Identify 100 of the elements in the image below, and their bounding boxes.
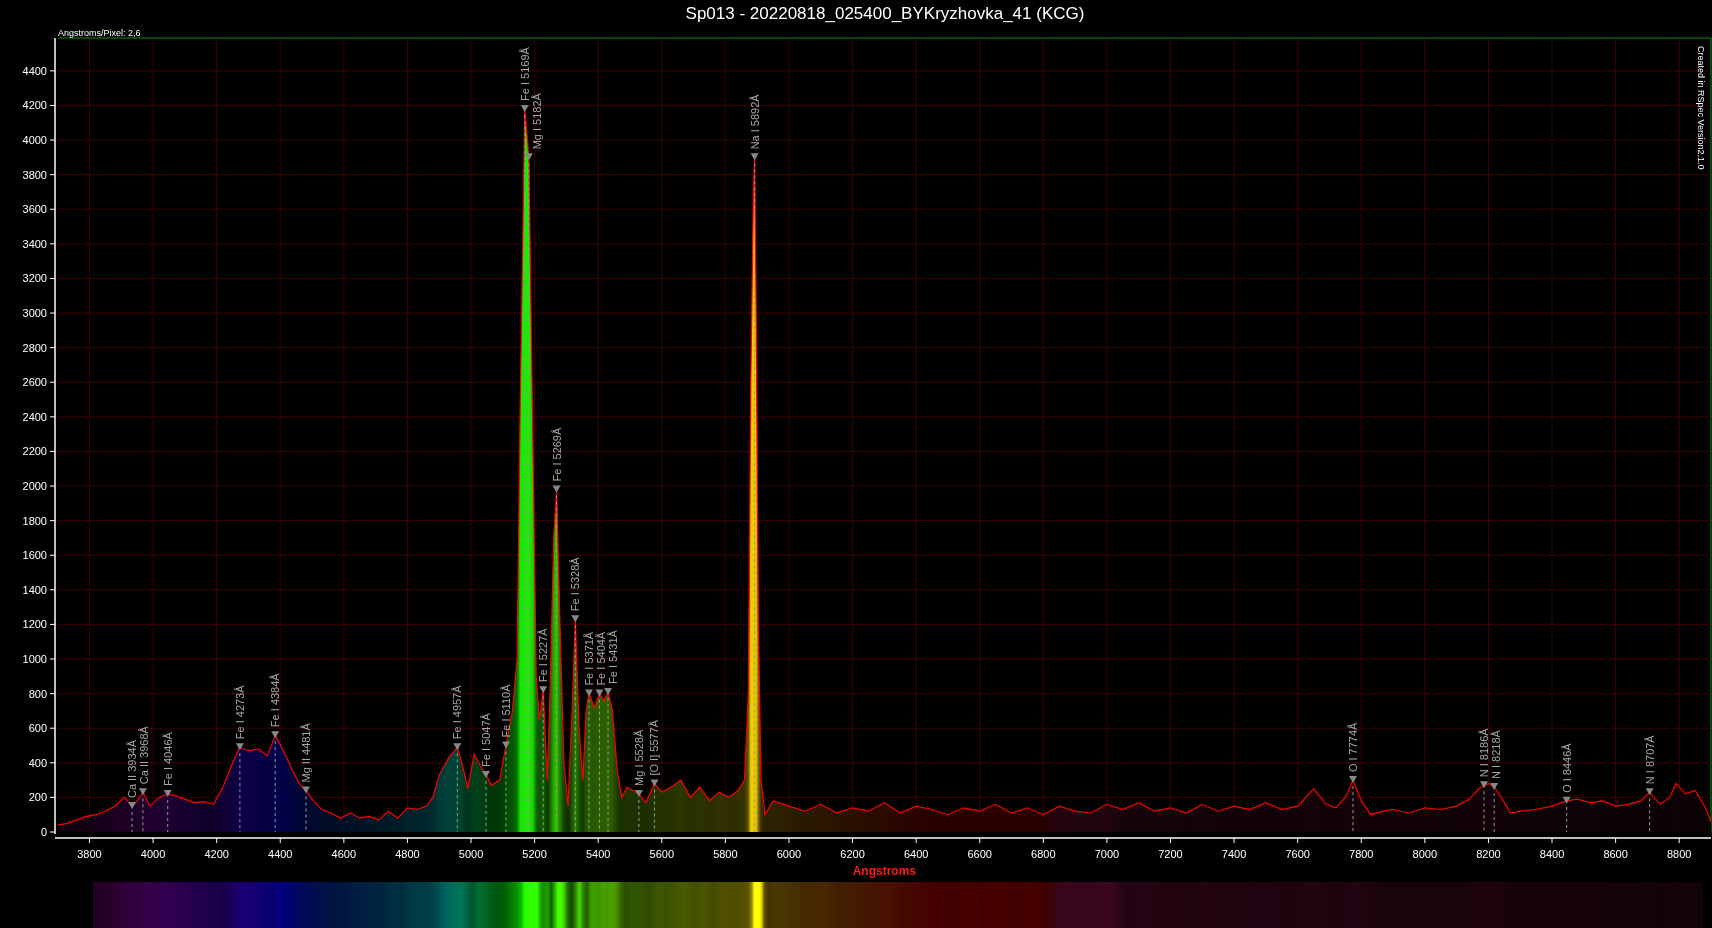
line-label: Fe I 5431Å <box>607 630 619 684</box>
y-tick-label: 4400 <box>22 64 47 77</box>
scale-note: Angstroms/Pixel: 2,6 <box>58 28 141 38</box>
peak-marker <box>163 789 172 797</box>
x-tick-label: 8400 <box>1539 848 1565 860</box>
peak-marker <box>235 743 244 751</box>
line-label: Fe I 5328Å <box>569 557 582 612</box>
x-tick-label: 4400 <box>268 848 293 860</box>
peak-marker <box>650 779 659 787</box>
x-tick-label: 3800 <box>77 848 102 860</box>
x-tick-label: 7800 <box>1349 848 1374 860</box>
peak-marker <box>481 770 490 778</box>
line-label: Fe I 5110Å <box>500 684 512 738</box>
leader-line <box>1483 790 1485 833</box>
leader-line <box>1649 797 1651 833</box>
y-tick-label: 1400 <box>22 583 47 596</box>
y-tick-label: 400 <box>28 756 47 769</box>
y-tick-label: 1200 <box>22 618 47 631</box>
chart-title: Sp013 - 20220818_025400_BYKryzhovka_41 (KCG) <box>685 4 1085 24</box>
y-tick-label: 3800 <box>22 168 47 181</box>
peak-marker <box>1645 788 1654 796</box>
line-label: Fe I 4273Å <box>233 685 246 740</box>
x-tick-label: 4800 <box>395 848 420 860</box>
line-label: Fe I 5404Å <box>595 631 607 686</box>
leader-line <box>167 799 169 833</box>
y-tick-label: 3400 <box>22 237 47 250</box>
y-tick-label: 800 <box>28 687 47 700</box>
peak-marker <box>539 686 548 694</box>
line-label: Fe I 4957Å <box>451 685 464 740</box>
line-label: Fe I 4046Å <box>161 732 174 786</box>
peak-marker <box>302 786 310 794</box>
line-label: O I 8446Å <box>1560 743 1573 793</box>
x-tick-label: 5800 <box>713 848 738 860</box>
x-tick-label: 7000 <box>1094 848 1120 860</box>
y-tick-label: 1800 <box>22 514 47 527</box>
peak-marker <box>750 153 759 161</box>
x-tick-label: 4200 <box>204 848 229 860</box>
y-tick-label: 3200 <box>22 272 47 285</box>
x-tick-label: 5600 <box>649 848 675 860</box>
y-tick-label: 0 <box>40 826 47 838</box>
peak-marker <box>453 743 462 751</box>
leader-line <box>1352 785 1354 833</box>
line-label: Fe I 4384Å <box>269 673 282 728</box>
line-label: Fe I 5047Å <box>479 713 492 767</box>
line-label: Fe I 5169Å <box>518 47 531 101</box>
leader-line <box>142 797 144 833</box>
x-tick-label: 7600 <box>1285 848 1310 860</box>
x-axis-title: Angstroms <box>852 864 916 878</box>
line-label: Ca II 3968Å <box>138 726 151 785</box>
x-tick-label: 5400 <box>585 848 611 860</box>
peak-marker <box>1562 796 1571 804</box>
x-tick-label: 7400 <box>1221 848 1247 860</box>
peak-marker <box>520 104 529 112</box>
line-label: Fe I 5227Å <box>537 628 550 683</box>
line-label: Mg I 5528Å <box>632 729 645 786</box>
x-tick-label: 8800 <box>1666 848 1692 860</box>
peak-marker <box>138 788 147 796</box>
line-label: [O I] 5577Å <box>648 719 661 776</box>
line-label: N I 8186Å <box>1478 728 1490 778</box>
peak-marker <box>1349 776 1357 784</box>
y-tick-label: 4200 <box>22 99 47 112</box>
line-label: Mg I 5182Å <box>530 93 543 150</box>
line-label: N I 8707Å <box>1643 735 1656 785</box>
leader-line <box>485 780 487 833</box>
y-tick-label: 2800 <box>22 341 47 354</box>
y-tick-label: 2400 <box>22 410 47 423</box>
peak-marker <box>634 789 643 797</box>
leader-line <box>131 811 133 833</box>
y-tick-label: 2200 <box>22 445 47 458</box>
x-tick-label: 8000 <box>1412 848 1438 860</box>
x-tick-label: 8600 <box>1603 848 1628 860</box>
x-tick-label: 6400 <box>903 848 929 860</box>
x-tick-label: 6200 <box>840 848 865 860</box>
x-tick-label: 7200 <box>1158 848 1183 860</box>
line-label: Fe I 5269Å <box>550 427 563 482</box>
y-tick-label: 600 <box>28 722 47 735</box>
y-tick-label: 4000 <box>22 134 47 147</box>
peak-marker <box>552 485 561 493</box>
leader-line <box>638 799 640 833</box>
x-tick-label: 5000 <box>458 848 484 860</box>
peak-marker <box>1480 781 1488 789</box>
x-tick-label: 6000 <box>776 848 802 860</box>
x-tick-label: 4000 <box>140 848 166 860</box>
y-tick-label: 1000 <box>22 653 47 665</box>
line-label: N I 8218Å <box>1490 730 1502 779</box>
x-tick-label: 5200 <box>522 848 547 860</box>
x-tick-label: 4600 <box>331 848 357 860</box>
peak-marker <box>585 689 593 697</box>
peak-marker <box>502 741 510 749</box>
peak-marker <box>128 802 137 810</box>
y-tick-label: 2000 <box>22 480 47 493</box>
credit-text: Created in RSpec Version2.1.0 <box>1696 46 1706 170</box>
leader-line <box>1493 792 1495 833</box>
peak-marker <box>271 731 280 739</box>
y-tick-label: 1600 <box>22 549 47 562</box>
peak-marker <box>571 615 580 623</box>
line-label: Mg II 4481Å <box>300 723 312 783</box>
y-tick-label: 200 <box>28 791 47 804</box>
line-label: Na I 5892Å <box>748 94 761 150</box>
x-tick-label: 8200 <box>1476 848 1501 860</box>
